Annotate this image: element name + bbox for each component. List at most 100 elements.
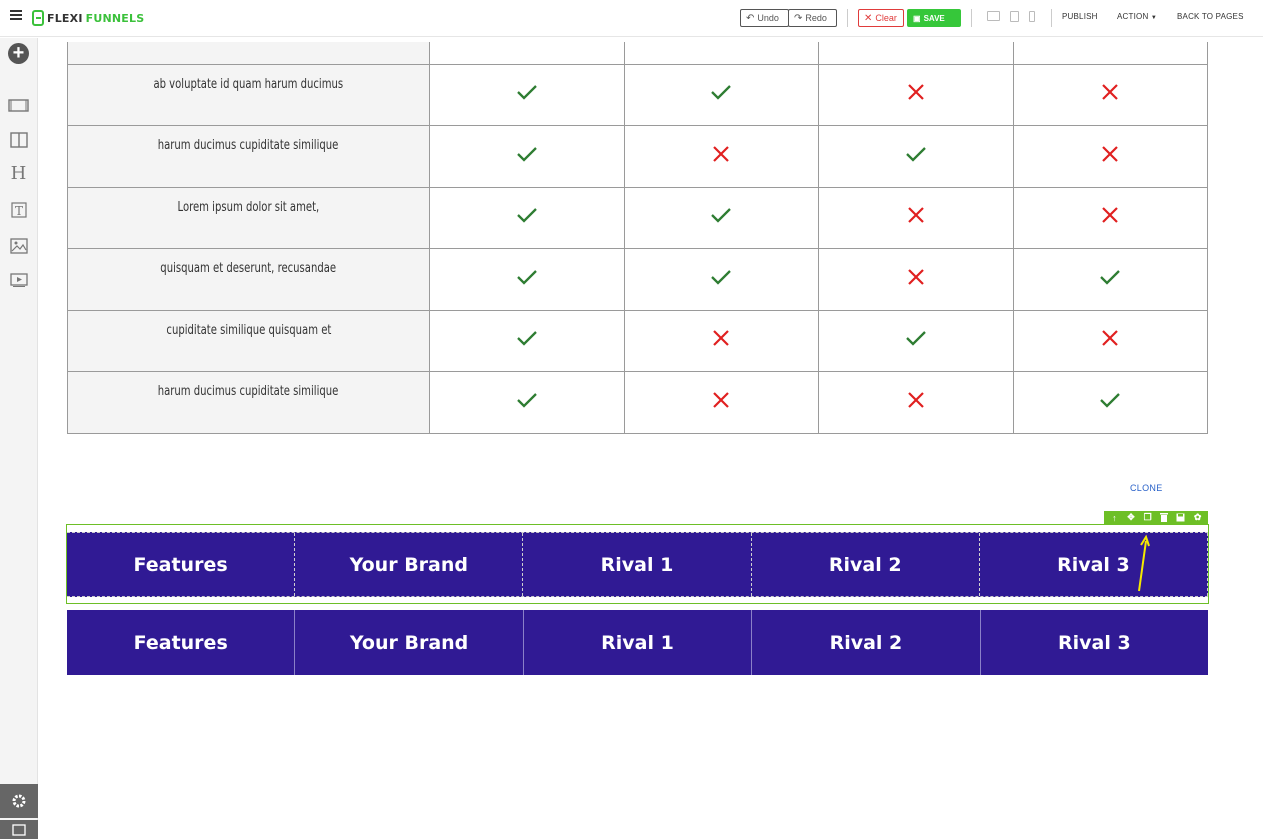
cross-icon [712, 391, 730, 413]
drag-move-icon[interactable]: ✥ [1125, 512, 1136, 523]
cross-icon [1101, 145, 1119, 167]
feature-label: cupiditate similique quisquam et [166, 322, 331, 338]
section-icon[interactable] [8, 96, 29, 114]
mark-cell [429, 63, 625, 126]
logo-mark-icon [32, 10, 44, 26]
settings-gear-icon[interactable]: ✿ [1192, 512, 1203, 523]
feature-label: quisquam et deserunt, recusandae [160, 261, 337, 276]
header-cell[interactable]: Rival 2 [752, 610, 981, 675]
header-cell[interactable]: Your Brand [295, 533, 524, 596]
image-icon[interactable] [8, 237, 29, 255]
undo-icon: ↶ [746, 12, 755, 24]
mark-cell [429, 371, 625, 434]
table-cell [429, 42, 625, 65]
check-icon [516, 208, 538, 228]
logo-text-funnels: FUNNELS [85, 11, 145, 25]
move-up-icon[interactable]: ↑ [1109, 513, 1120, 523]
cross-icon [1101, 207, 1119, 228]
comparison-table: ab voluptate id quam harum ducimus harum … [67, 42, 1208, 434]
cross-icon [907, 268, 925, 290]
columns-icon[interactable] [8, 131, 29, 149]
header-cell[interactable]: Your Brand [295, 610, 524, 675]
svg-text:T: T [14, 204, 22, 218]
cross-icon [1101, 84, 1119, 105]
logo-text-flexi: FLEXI [47, 11, 83, 25]
check-icon [905, 331, 927, 351]
publish-link[interactable]: PUBLISH [1062, 12, 1098, 21]
check-icon [710, 208, 732, 228]
hamburger-menu-icon[interactable] [10, 10, 22, 22]
action-dropdown[interactable]: ACTION ▼ [1117, 12, 1157, 21]
redo-icon: ↷ [794, 12, 803, 24]
heading-icon[interactable]: H [8, 163, 29, 184]
table-cell [818, 42, 1014, 65]
left-sidebar: + H T [0, 38, 38, 839]
save-block-icon[interactable] [1175, 513, 1186, 523]
mark-cell [818, 186, 1014, 249]
feature-cell: harum ducimus cupiditate similique [67, 125, 430, 188]
mark-cell [1012, 186, 1208, 249]
cross-icon [712, 145, 730, 167]
header-cell[interactable]: Features [67, 533, 296, 596]
table-row [67, 42, 1208, 65]
clear-label: Clear [875, 13, 897, 23]
back-to-pages-link[interactable]: BACK TO PAGES [1177, 12, 1244, 21]
check-icon [710, 269, 732, 290]
mark-cell [623, 309, 819, 372]
desktop-view-icon[interactable] [987, 11, 1000, 21]
table-row: cupiditate similique quisquam et [67, 309, 1208, 372]
undo-label: Undo [757, 13, 779, 23]
feature-cell: harum ducimus cupiditate similique [67, 371, 430, 434]
clear-button[interactable]: ✕ Clear [858, 9, 904, 27]
mark-cell [818, 63, 1014, 126]
clone-label[interactable]: CLONE [1130, 483, 1163, 493]
code-icon[interactable] [0, 820, 38, 839]
header-cell[interactable]: Rival 1 [524, 610, 753, 675]
delete-icon[interactable] [1159, 513, 1170, 523]
action-label: ACTION [1117, 12, 1149, 21]
check-icon [516, 392, 538, 413]
settings-icon[interactable] [0, 784, 38, 818]
table-row: Lorem ipsum dolor sit amet, [67, 186, 1208, 249]
feature-label: ab voluptate id quam harum ducimus [153, 76, 344, 92]
mark-cell [623, 63, 819, 126]
clone-icon[interactable]: ❐ [1142, 512, 1153, 523]
mobile-view-icon[interactable] [1029, 11, 1035, 22]
add-icon[interactable]: + [8, 43, 29, 64]
text-icon[interactable]: T [8, 201, 29, 219]
mark-cell [1012, 248, 1208, 311]
header-cell[interactable]: Rival 3 [981, 610, 1208, 675]
mark-cell [623, 125, 819, 188]
mark-cell [623, 186, 819, 249]
save-button[interactable]: ▣ SAVE [907, 9, 961, 27]
save-icon: ▣ [913, 13, 921, 23]
feature-label: Lorem ipsum dolor sit amet, [177, 199, 320, 215]
header-cell[interactable]: Features [67, 610, 296, 675]
redo-label: Redo [805, 13, 827, 23]
mark-cell [818, 248, 1014, 311]
comparison-header-row-selected[interactable]: Features Your Brand Rival 1 Rival 2 Rival 3 [67, 532, 1209, 597]
header-cell[interactable]: Rival 1 [523, 533, 752, 596]
tablet-view-icon[interactable] [1010, 11, 1019, 22]
mark-cell [818, 125, 1014, 188]
table-row: harum ducimus cupiditate similique [67, 371, 1208, 434]
table-row: harum ducimus cupiditate similique [67, 125, 1208, 188]
mark-cell [1012, 309, 1208, 372]
cross-icon [1101, 330, 1119, 351]
video-icon[interactable] [8, 271, 29, 289]
table-row: ab voluptate id quam harum ducimus [67, 63, 1208, 126]
comparison-header-row-clone[interactable]: Features Your Brand Rival 1 Rival 2 Rival 3 [67, 610, 1208, 675]
header-cell[interactable]: Rival 2 [752, 533, 980, 596]
feature-cell: Lorem ipsum dolor sit amet, [67, 186, 430, 249]
caret-down-icon: ▼ [1150, 15, 1158, 21]
undo-button[interactable]: ↶ Undo [740, 9, 789, 27]
redo-button[interactable]: ↷ Redo [788, 9, 837, 27]
header-cell[interactable]: Rival 3 [980, 533, 1209, 596]
check-icon [516, 331, 538, 351]
table-row: quisquam et deserunt, recusandae [67, 248, 1208, 311]
feature-cell: ab voluptate id quam harum ducimus [67, 63, 430, 126]
check-icon [710, 85, 732, 105]
cross-icon [907, 207, 925, 228]
mark-cell [429, 125, 625, 188]
mark-cell [1012, 371, 1208, 434]
